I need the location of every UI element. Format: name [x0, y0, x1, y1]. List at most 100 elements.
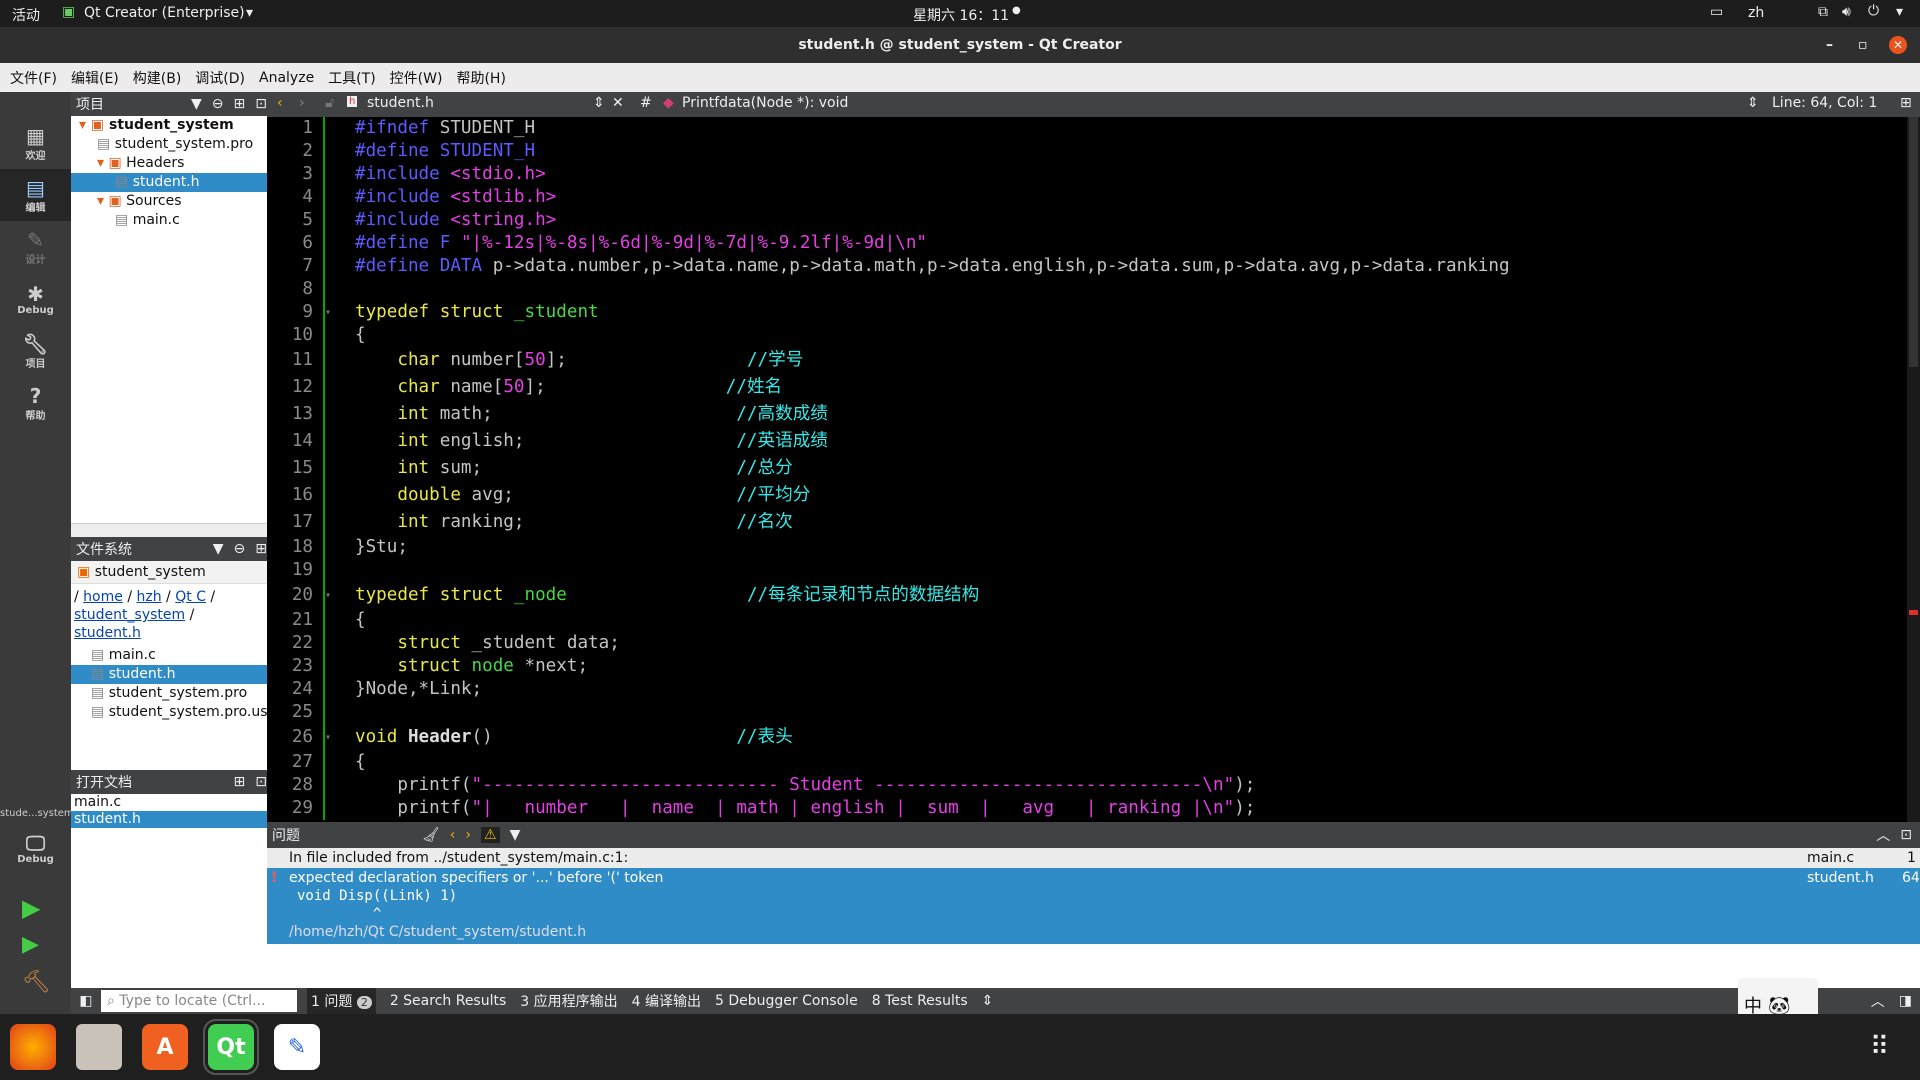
issue-row[interactable]: In file included from ../student_system/…	[267, 848, 1920, 868]
files-icon[interactable]	[76, 1024, 122, 1070]
split-editor-icon[interactable]: ⊞	[1900, 95, 1912, 111]
back-icon[interactable]: ‹	[277, 95, 283, 111]
file-item[interactable]: ▤ student_system.pro.user	[71, 703, 267, 722]
menu-debug[interactable]: 调试(D)	[195, 68, 245, 88]
close-pane-icon[interactable]: ⊡	[255, 96, 267, 112]
split-icon[interactable]: ⊞	[234, 96, 246, 112]
tree-item[interactable]: ▤ main.c	[71, 211, 267, 230]
code-line[interactable]: 23 struct node *next;	[267, 655, 1907, 678]
tree-item[interactable]: ▤ student.h	[71, 173, 267, 192]
breadcrumb-file[interactable]: student.h	[74, 625, 141, 641]
code-line[interactable]: 29 printf("| number | name | math | engl…	[267, 797, 1907, 820]
code-line[interactable]: 3 #include <stdio.h>	[267, 163, 1907, 186]
cursor-position[interactable]: Line: 64, Col: 1	[1772, 95, 1877, 111]
tab-test-results[interactable]: 8 Test Results	[872, 993, 968, 1009]
editor-scrollbar[interactable]	[1907, 117, 1920, 822]
scrollbar-thumb[interactable]	[1909, 117, 1918, 367]
activities-button[interactable]: 活动	[12, 5, 40, 25]
forward-icon[interactable]: ›	[299, 95, 305, 111]
code-line[interactable]: 20 ▾ typedef struct _node //每条记录和节点的数据结构	[267, 582, 1907, 609]
code-line[interactable]: 6 #define F "|%-12s|%-8s|%-6d|%-9d|%-7d|%…	[267, 232, 1907, 255]
code-line[interactable]: 27 {	[267, 751, 1907, 774]
file-item[interactable]: ▤ student.h	[71, 665, 267, 684]
code-line[interactable]: 16 double avg; //平均分	[267, 482, 1907, 509]
network-icon[interactable]: ⧉	[1818, 4, 1828, 20]
directory-combo[interactable]: ▣ student_system	[71, 561, 267, 584]
error-marker[interactable]	[1909, 610, 1918, 615]
code-line[interactable]: 12 char name[50]; //姓名	[267, 374, 1907, 401]
close-document-button[interactable]: ✕	[612, 95, 624, 111]
menu-edit[interactable]: 编辑(E)	[71, 68, 119, 88]
code-line[interactable]: 21 {	[267, 609, 1907, 632]
code-line[interactable]: 11 char number[50]; //学号	[267, 347, 1907, 374]
menu-tools[interactable]: 工具(T)	[328, 68, 375, 88]
code-line[interactable]: 15 int sum; //总分	[267, 455, 1907, 482]
warning-filter-icon[interactable]: ⚠	[481, 827, 500, 843]
code-line[interactable]: 18}Stu;	[267, 536, 1907, 559]
qt-creator-icon[interactable]: Qt	[203, 1019, 259, 1075]
breadcrumb-hzh[interactable]: hzh	[137, 589, 162, 605]
code-line[interactable]: 24}Node,*Link;	[267, 678, 1907, 701]
code-line[interactable]: 10 {	[267, 324, 1907, 347]
software-icon[interactable]: A	[142, 1024, 188, 1070]
code-line[interactable]: 13 int math; //高数成绩	[267, 401, 1907, 428]
filter-icon[interactable]: ▼	[510, 827, 521, 843]
collapse-icon[interactable]: ︿	[1876, 825, 1890, 845]
code-editor[interactable]: 1 #ifndef STUDENT_H 2 #define STUDENT_H 3 #in…	[267, 117, 1907, 822]
mode-projects[interactable]: 🔧︎ 项目	[0, 325, 71, 377]
text-editor-icon[interactable]: ✎	[274, 1024, 320, 1070]
code-line[interactable]: 5 #include <string.h>	[267, 209, 1907, 232]
code-line[interactable]: 7 #define DATA p->data.number,p->data.nam…	[267, 255, 1907, 278]
issue-row-selected[interactable]: ! expected declaration specifiers or '..…	[267, 868, 1920, 944]
menu-analyze[interactable]: Analyze	[259, 70, 314, 86]
split-icon[interactable]: ⊞	[234, 774, 246, 790]
open-document[interactable]: student.h	[71, 811, 267, 828]
code-line[interactable]: 17 int ranking; //名次	[267, 509, 1907, 536]
filter-icon[interactable]: ▼	[191, 96, 202, 112]
tab-debugger-console[interactable]: 5 Debugger Console	[715, 993, 858, 1009]
minimize-button[interactable]: –	[1826, 27, 1833, 63]
code-line[interactable]: 14 int english; //英语成绩	[267, 428, 1907, 455]
tab-search-results[interactable]: 2 Search Results	[390, 993, 506, 1009]
volume-icon[interactable]: 🔊︎	[1842, 4, 1851, 20]
code-line[interactable]: 1 #ifndef STUDENT_H	[267, 117, 1907, 140]
maximize-icon[interactable]: ⊡	[1900, 827, 1920, 843]
code-line[interactable]: 22 struct _student data;	[267, 632, 1907, 655]
filter-icon[interactable]: ▼	[213, 541, 224, 557]
mode-welcome[interactable]: ▦ 欢迎	[0, 117, 71, 169]
mode-debug[interactable]: ✱ Debug	[0, 273, 71, 325]
tree-item[interactable]: ▾ ▣ Headers	[71, 154, 267, 173]
code-line[interactable]: 4 #include <stdlib.h>	[267, 186, 1907, 209]
tab-app-output[interactable]: 3 应用程序输出	[520, 991, 617, 1011]
updown-icon[interactable]: ⇕	[982, 993, 994, 1009]
document-selector[interactable]: student.h	[367, 95, 434, 111]
build-button[interactable]: 🔨︎	[22, 970, 50, 995]
tree-item[interactable]: ▾ ▣ student_system	[71, 116, 267, 135]
locator-input[interactable]: ⌕ Type to locate (Ctrl...	[101, 990, 297, 1012]
horizontal-scrollbar[interactable]	[71, 523, 267, 537]
code-line[interactable]: 19	[267, 559, 1907, 582]
link-icon[interactable]: ⊖	[234, 541, 246, 557]
tree-item[interactable]: ▾ ▣ Sources	[71, 192, 267, 211]
close-button[interactable]: ✕	[1889, 36, 1907, 54]
tree-item[interactable]: ▤ student_system.pro	[71, 135, 267, 154]
menu-file[interactable]: 文件(F)	[10, 68, 57, 88]
symbol-selector[interactable]: Printfdata(Node *): void	[682, 95, 848, 111]
open-document[interactable]: main.c	[71, 794, 267, 811]
clock[interactable]: 星期六 16：11	[913, 5, 1009, 25]
split-icon[interactable]: ⊞	[255, 541, 267, 557]
restore-button[interactable]: ▫	[1858, 27, 1868, 63]
clean-icon[interactable]: 🧹︎	[422, 827, 440, 843]
mode-edit[interactable]: ▤ 编辑	[0, 169, 71, 221]
firefox-icon[interactable]	[10, 1024, 56, 1070]
link-icon[interactable]: ⊖	[212, 96, 224, 112]
mode-help[interactable]: ? 帮助	[0, 377, 71, 429]
input-method[interactable]: zh	[1748, 5, 1764, 21]
breadcrumb-project[interactable]: student_system	[74, 607, 185, 623]
toggle-sidebar-icon[interactable]: ◧	[71, 993, 101, 1009]
code-line[interactable]: 8	[267, 278, 1907, 301]
tab-issues[interactable]: 1 问题 2	[307, 988, 376, 1014]
kit-selector[interactable]: 🖵︎ Debug	[0, 822, 71, 874]
file-item[interactable]: ▤ main.c	[71, 646, 267, 665]
code-line[interactable]: 26 ▾ void Header() //表头	[267, 724, 1907, 751]
